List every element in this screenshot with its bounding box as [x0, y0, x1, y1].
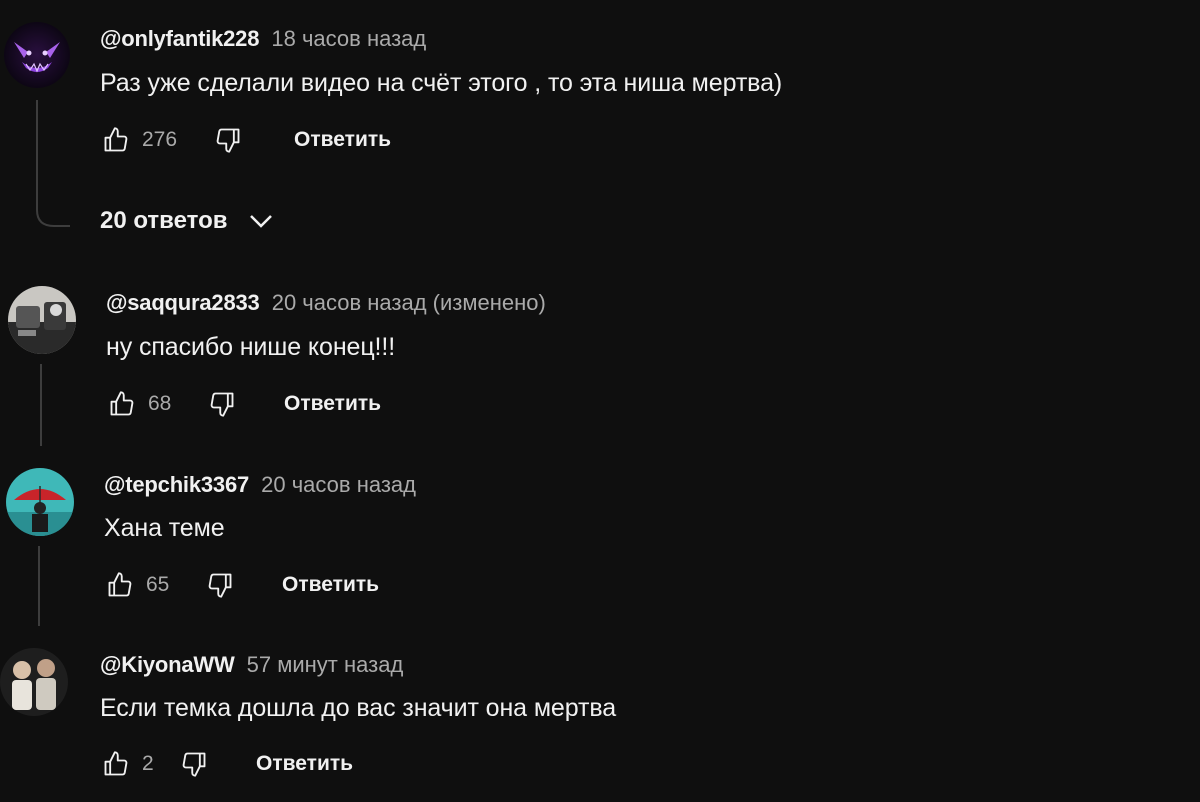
thread-connector-line [38, 546, 40, 626]
reply-button[interactable]: Ответить [294, 128, 391, 152]
comment-author[interactable]: @saqqura2833 [106, 290, 260, 315]
thread-connector-line [40, 364, 42, 446]
comment-author[interactable]: @KiyonaWW [100, 652, 235, 677]
reply-button[interactable]: Ответить [284, 392, 381, 416]
like-button[interactable] [106, 388, 138, 420]
thumbs-down-icon [182, 752, 206, 777]
dislike-button[interactable] [204, 569, 236, 601]
like-count: 2 [142, 752, 154, 775]
dislike-button[interactable] [212, 124, 244, 156]
avatar[interactable] [4, 22, 70, 88]
avatar-demon-mask-image [4, 22, 70, 88]
avatar[interactable] [0, 648, 68, 716]
comment-actions: 68 Ответить [106, 384, 381, 424]
like-button[interactable] [104, 569, 136, 601]
comment-text: Если темка дошла до вас значит она мертв… [100, 694, 617, 722]
comment-timestamp[interactable]: 20 часов назад [261, 472, 416, 497]
comment-header: @saqqura2833 20 часов назад (изменено) [106, 290, 546, 316]
reply-button[interactable]: Ответить [256, 752, 353, 776]
comment-timestamp[interactable]: 57 минут назад [247, 652, 404, 677]
comment-actions: 2 Ответить [100, 744, 353, 784]
like-count: 68 [148, 392, 172, 415]
avatar[interactable] [6, 468, 74, 536]
comment-text: ну спасибо нише конец!!! [106, 333, 396, 361]
dislike-button[interactable] [178, 748, 210, 780]
dislike-button[interactable] [206, 388, 238, 420]
comments-section: @onlyfantik228 18 часов назад Раз уже сд… [0, 0, 1200, 802]
replies-count-label: 20 ответов [100, 207, 228, 234]
reply-button[interactable]: Ответить [282, 573, 379, 597]
like-button[interactable] [100, 124, 132, 156]
thumbs-down-icon [208, 573, 232, 598]
avatar-umbrella-figure-image [6, 468, 74, 536]
thumbs-up-icon [108, 572, 132, 597]
comment-timestamp[interactable]: 20 часов назад (изменено) [272, 290, 546, 315]
thumbs-up-icon [104, 127, 128, 152]
comment-timestamp[interactable]: 18 часов назад [271, 26, 426, 51]
chevron-down-icon [249, 215, 272, 228]
comment-author[interactable]: @onlyfantik228 [100, 26, 259, 51]
avatar-two-people-image [0, 648, 68, 716]
comment-text: Раз уже сделали видео на счёт этого , то… [100, 69, 783, 97]
thumbs-down-icon [216, 128, 240, 153]
thumbs-down-icon [210, 392, 234, 417]
comment-header: @onlyfantik228 18 часов назад [100, 26, 426, 52]
thumbs-up-icon [104, 751, 128, 776]
avatar-car-interior-image [8, 286, 76, 354]
comment-header: @tepchik3367 20 часов назад [104, 472, 416, 498]
show-replies-button[interactable]: 20 ответов [100, 206, 276, 236]
comment-header: @KiyonaWW 57 минут назад [100, 652, 403, 678]
avatar[interactable] [8, 286, 76, 354]
thread-connector-line [36, 100, 70, 227]
comment-actions: 276 Ответить [100, 120, 391, 160]
comment-author[interactable]: @tepchik3367 [104, 472, 249, 497]
like-count: 276 [142, 128, 178, 151]
thumbs-up-icon [110, 391, 134, 416]
like-count: 65 [146, 573, 170, 596]
comment-actions: 65 Ответить [104, 565, 379, 605]
comment-text: Хана теме [104, 514, 225, 542]
like-button[interactable] [100, 748, 132, 780]
